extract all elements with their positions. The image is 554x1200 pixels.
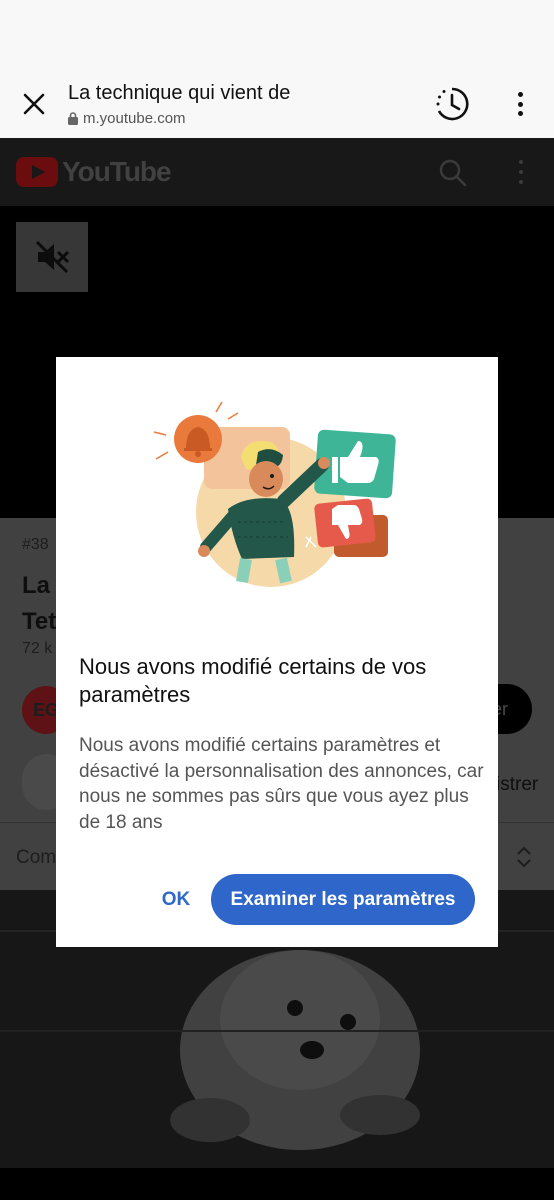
page-title: La technique qui vient de [68, 82, 291, 104]
dialog-title: Nous avons modifié certains de vos param… [79, 654, 427, 707]
lock-icon [68, 112, 78, 125]
ok-button[interactable]: OK [150, 875, 202, 925]
browser-toolbar: La technique qui vient de m.youtube.com [0, 72, 554, 138]
notification-illustration [153, 401, 396, 587]
url-bar[interactable]: m.youtube.com [68, 110, 186, 127]
more-vert-icon[interactable] [508, 90, 532, 118]
history-icon[interactable] [432, 84, 472, 124]
close-icon[interactable] [18, 88, 50, 120]
url-text: m.youtube.com [83, 110, 186, 127]
settings-changed-dialog: Nous avons modifié certains de vos param… [56, 357, 498, 947]
dialog-message: Nous avons modifié certains paramètres e… [79, 735, 484, 833]
status-bar-area [0, 0, 554, 72]
review-settings-button[interactable]: Examiner les paramètres [211, 874, 475, 925]
